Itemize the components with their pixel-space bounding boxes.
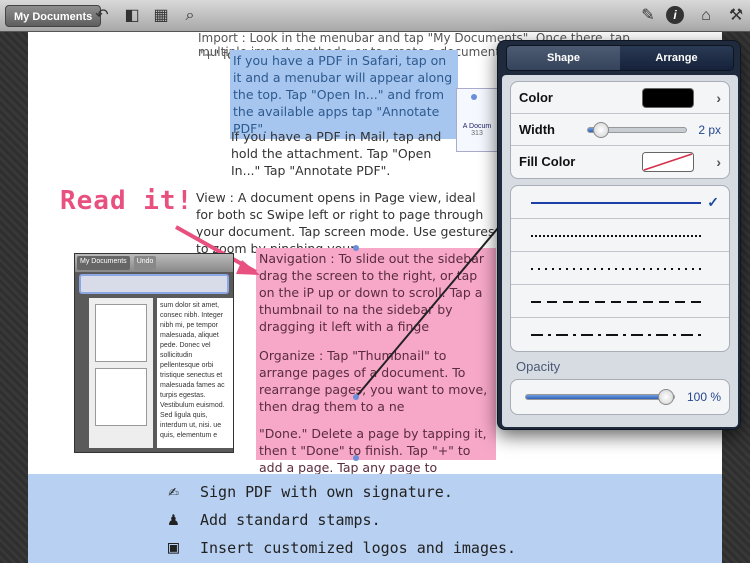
stamp-icon: ♟ (168, 509, 179, 530)
opacity-label: Opacity (516, 359, 561, 374)
opacity-slider-fill (526, 395, 674, 399)
mini-undo-button: Undo (133, 256, 157, 270)
image-icon: ▣ (168, 537, 179, 558)
line-style-dash-dot[interactable] (511, 318, 729, 351)
chevron-right-icon: › (716, 154, 721, 170)
wrench-icon[interactable]: ⚒ (726, 6, 746, 26)
line-handle-start[interactable] (353, 394, 359, 400)
feature-signature: ✍ Sign PDF with own signature. (168, 481, 453, 502)
mini-page-text: sum dolor sit amet, consec nibh. Integer… (157, 298, 233, 448)
opacity-value: 100 % (686, 390, 721, 404)
width-value: 2 px (698, 123, 721, 137)
feature-stamps: ♟ Add standard stamps. (168, 509, 381, 530)
tab-shape[interactable]: Shape (507, 46, 620, 70)
line-style-dot[interactable] (511, 252, 729, 285)
feature-images: ▣ Insert customized logos and images. (168, 537, 517, 558)
feature-signature-label: Sign PDF with own signature. (200, 483, 453, 501)
popover-body: Color › Width 2 px Fill Color › ✓ Opacit… (502, 75, 738, 427)
line-style-solid[interactable]: ✓ (511, 186, 729, 219)
line-style-group: ✓ (510, 185, 730, 352)
opacity-slider[interactable] (525, 389, 675, 405)
signature-icon: ✍ (168, 481, 179, 502)
fill-color-label: Fill Color (519, 154, 576, 169)
chevron-right-icon: › (716, 90, 721, 106)
info-icon[interactable]: i (666, 6, 684, 24)
width-slider-thumb[interactable] (592, 122, 609, 138)
selection-handle[interactable] (471, 94, 477, 100)
color-swatch (642, 88, 694, 108)
width-label: Width (519, 122, 555, 137)
my-documents-button[interactable]: My Documents (5, 5, 102, 27)
shape-popover: Shape Arrange Color › Width 2 px Fill Co… (497, 40, 741, 430)
color-row[interactable]: Color › (511, 82, 729, 114)
embedded-screenshot: My Documents Undo sum dolor sit amet, co… (74, 253, 234, 453)
feature-images-label: Insert customized logos and images. (200, 539, 517, 557)
undo-icon[interactable]: ↶ (92, 6, 112, 26)
width-slider[interactable] (587, 122, 687, 138)
line-style-dash[interactable] (511, 285, 729, 318)
mini-my-documents-button: My Documents (77, 256, 130, 270)
search-icon[interactable]: ⌕ (180, 6, 200, 26)
drawn-line[interactable] (355, 227, 499, 398)
width-row: Width 2 px (511, 114, 729, 146)
opacity-group: 100 % (510, 379, 730, 415)
checkmark-icon: ✓ (707, 194, 719, 210)
mini-thumbnails (89, 298, 153, 448)
opacity-slider-thumb[interactable] (658, 389, 674, 405)
mini-toolbar: My Documents Undo (75, 254, 233, 272)
properties-group: Color › Width 2 px Fill Color › (510, 81, 730, 179)
shape-arrange-segmented: Shape Arrange (506, 45, 734, 71)
tab-arrange[interactable]: Arrange (620, 46, 733, 70)
line-style-fine-dot[interactable] (511, 219, 729, 252)
selection-handle-3[interactable] (353, 455, 359, 461)
feature-stamps-label: Add standard stamps. (200, 511, 381, 529)
fill-none-swatch (642, 152, 694, 172)
sidebar-icon[interactable]: ◧ (122, 6, 142, 26)
selection-handle-2[interactable] (353, 245, 359, 251)
fill-color-row[interactable]: Fill Color › (511, 146, 729, 178)
top-toolbar: My Documents ↶ ◧ ▦ ⌕ ✎ i ⌂ ⚒ (0, 0, 750, 32)
left-margin (0, 32, 28, 563)
pen-icon[interactable]: ✎ (638, 6, 658, 26)
mini-thumb-2 (95, 368, 147, 426)
mini-tool-strip (79, 274, 229, 294)
library-icon[interactable]: ⌂ (696, 6, 716, 26)
color-label: Color (519, 90, 553, 105)
grid-icon[interactable]: ▦ (151, 6, 171, 26)
mini-thumb-1 (95, 304, 147, 362)
